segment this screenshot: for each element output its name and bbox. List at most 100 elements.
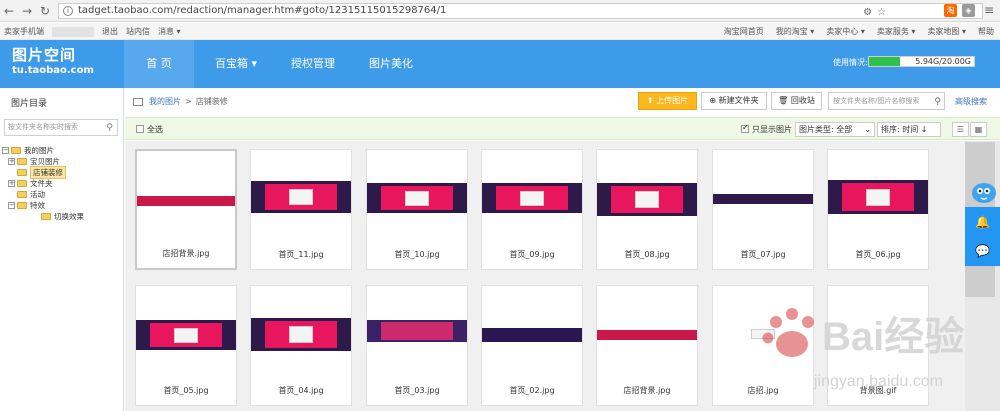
list-view-icon[interactable]: ☰: [952, 122, 969, 137]
search-icon[interactable]: ⚲: [106, 121, 113, 136]
image-search-input[interactable]: 按文件夹名称/图片名称搜索 ⚲: [828, 92, 945, 110]
seller-mobile-link[interactable]: 卖家手机端: [4, 26, 44, 37]
tab-toolbox[interactable]: 百宝箱 ▾: [200, 40, 272, 88]
url-text: tadget.taobao.com/redaction/manager.htm#…: [78, 5, 447, 16]
seller-center-link[interactable]: 卖家中心 ▾: [826, 26, 865, 37]
usage-text: 5.94G/20.00G: [915, 57, 971, 66]
image-thumbnail: [597, 330, 697, 340]
tree-item[interactable]: 店铺装修: [8, 166, 66, 179]
my-taobao-label: 我的淘宝: [775, 27, 808, 36]
image-card[interactable]: 首页_07.jpg: [712, 149, 814, 270]
my-taobao-link[interactable]: 我的淘宝 ▾: [776, 26, 815, 37]
usage-label: 使用情况:: [833, 58, 868, 67]
menu-icon[interactable]: ≡: [980, 3, 998, 17]
folder-sidebar: 图片目录 按文件夹名称实时搜索 ⚲ − 我的图片 + 宝贝图片 店铺装修 + 文件夹 活动 − 特…: [0, 88, 124, 411]
seller-map-link[interactable]: 卖家地图 ▾: [927, 26, 966, 37]
grid-view-icon[interactable]: ▦: [970, 122, 987, 137]
sort-value: 时间 ↓: [902, 125, 928, 134]
shield-extension-icon[interactable]: ◈: [962, 4, 975, 17]
image-thumbnail: [482, 183, 582, 213]
image-card[interactable]: 首页_06.jpg: [827, 149, 929, 270]
folder-icon: [17, 191, 27, 198]
tree-item-label: 切换效果: [54, 212, 84, 221]
logo[interactable]: 图片空间 tu.taobao.com: [12, 46, 94, 77]
image-filename: 首页_04.jpg: [278, 386, 324, 395]
back-icon[interactable]: ←: [0, 4, 18, 18]
tree-item-label: 活动: [30, 190, 45, 199]
breadcrumb-root[interactable]: 我的图片: [149, 96, 181, 107]
select-all-checkbox[interactable]: [136, 125, 144, 133]
image-card[interactable]: 首页_11.jpg: [250, 149, 352, 270]
advanced-search-link[interactable]: 高级搜索: [955, 96, 987, 107]
reload-icon[interactable]: ↻: [36, 4, 54, 18]
expand-icon[interactable]: +: [8, 180, 15, 187]
messages-link[interactable]: 站内信: [126, 26, 150, 37]
image-thumbnail: [136, 320, 236, 350]
image-card[interactable]: 首页_03.jpg: [366, 285, 468, 406]
tree-item[interactable]: 切换效果: [32, 211, 84, 222]
forward-icon[interactable]: →: [18, 4, 36, 18]
trash-icon: 🗑: [778, 96, 789, 105]
tree-item-label: 特效: [30, 201, 45, 210]
tree-item[interactable]: − 特效: [8, 200, 45, 211]
new-folder-button[interactable]: ⊕ 新建文件夹: [701, 92, 767, 110]
tree-item[interactable]: + 文件夹: [8, 178, 53, 189]
recycle-bin-button[interactable]: 🗑 回收站: [771, 92, 822, 110]
image-card[interactable]: 店招背景.jpg: [135, 149, 237, 270]
url-field[interactable]: i tadget.taobao.com/redaction/manager.ht…: [58, 2, 983, 19]
upload-label: 上传图片: [656, 96, 689, 105]
breadcrumb: 我的图片 > 店铺装修: [133, 96, 228, 107]
sort-select[interactable]: 排序: 时间 ↓: [877, 122, 941, 137]
only-images-checkbox[interactable]: [741, 123, 749, 133]
seller-map-label: 卖家地图: [927, 27, 960, 36]
help-link[interactable]: 帮助: [978, 26, 994, 37]
image-thumbnail: [251, 318, 351, 351]
sidebar-title: 图片目录: [11, 99, 48, 109]
image-type-select[interactable]: 图片类型: 全部 ⌄: [795, 122, 875, 137]
collapse-icon[interactable]: −: [2, 147, 9, 154]
expand-icon[interactable]: +: [8, 158, 15, 165]
seller-service-link[interactable]: 卖家服务 ▾: [877, 26, 916, 37]
taobao-home-link[interactable]: 淘宝网首页: [724, 26, 764, 37]
chevron-down-icon: ▾: [251, 57, 258, 70]
image-thumbnail: [367, 320, 467, 342]
tab-authorization[interactable]: 授权管理: [278, 40, 348, 88]
upload-button[interactable]: ⬆ 上传图片: [638, 92, 697, 110]
app-header: 图片空间 tu.taobao.com 首 页 百宝箱 ▾ 授权管理 图片美化 使…: [0, 40, 1000, 88]
tree-item[interactable]: − 我的图片: [2, 145, 54, 156]
info-icon: i: [63, 5, 73, 16]
taobao-extension-icon[interactable]: 淘: [944, 4, 957, 17]
usage-fill: [869, 57, 901, 66]
new-folder-icon: ⊕: [709, 96, 717, 105]
image-card[interactable]: 首页_04.jpg: [250, 285, 352, 406]
folder-icon: [17, 158, 27, 165]
image-card[interactable]: 首页_09.jpg: [481, 149, 583, 270]
folder-search-input[interactable]: 按文件夹名称实时搜索 ⚲: [4, 119, 118, 136]
translate-icon[interactable]: ⚙: [863, 7, 872, 18]
chat-icon[interactable]: 💬: [965, 236, 1000, 266]
image-card[interactable]: 首页_05.jpg: [135, 285, 237, 406]
image-card[interactable]: 首页_02.jpg: [481, 285, 583, 406]
star-icon[interactable]: ☆: [877, 7, 886, 18]
logout-link[interactable]: 退出: [102, 26, 118, 37]
baidu-jingyan-watermark: Bai经验 jingyan.baidu.com: [762, 308, 964, 390]
notification-bell-icon[interactable]: 🔔: [965, 207, 1000, 237]
seller-center-label: 卖家中心: [826, 27, 859, 36]
collapse-icon[interactable]: −: [8, 202, 15, 209]
tab-image-beautify[interactable]: 图片美化: [356, 40, 426, 88]
tree-item[interactable]: 活动: [8, 189, 45, 200]
tab-home[interactable]: 首 页: [124, 40, 194, 88]
image-card[interactable]: 首页_10.jpg: [366, 149, 468, 270]
tab-toolbox-label: 百宝箱: [214, 57, 248, 70]
logo-domain: tu.taobao.com: [12, 65, 94, 76]
recycle-label: 回收站: [790, 96, 815, 105]
search-icon[interactable]: ⚲: [934, 94, 941, 110]
notifications-link[interactable]: 消息 ▾: [158, 26, 181, 37]
mascot-icon[interactable]: [968, 179, 998, 205]
image-filename: 首页_11.jpg: [278, 250, 324, 259]
usage-bar: 5.94G/20.00G: [868, 56, 975, 67]
image-card[interactable]: 首页_08.jpg: [596, 149, 698, 270]
image-card[interactable]: 店招背景.jpg: [596, 285, 698, 406]
folder-icon: [41, 213, 51, 220]
seller-service-label: 卖家服务: [876, 27, 909, 36]
